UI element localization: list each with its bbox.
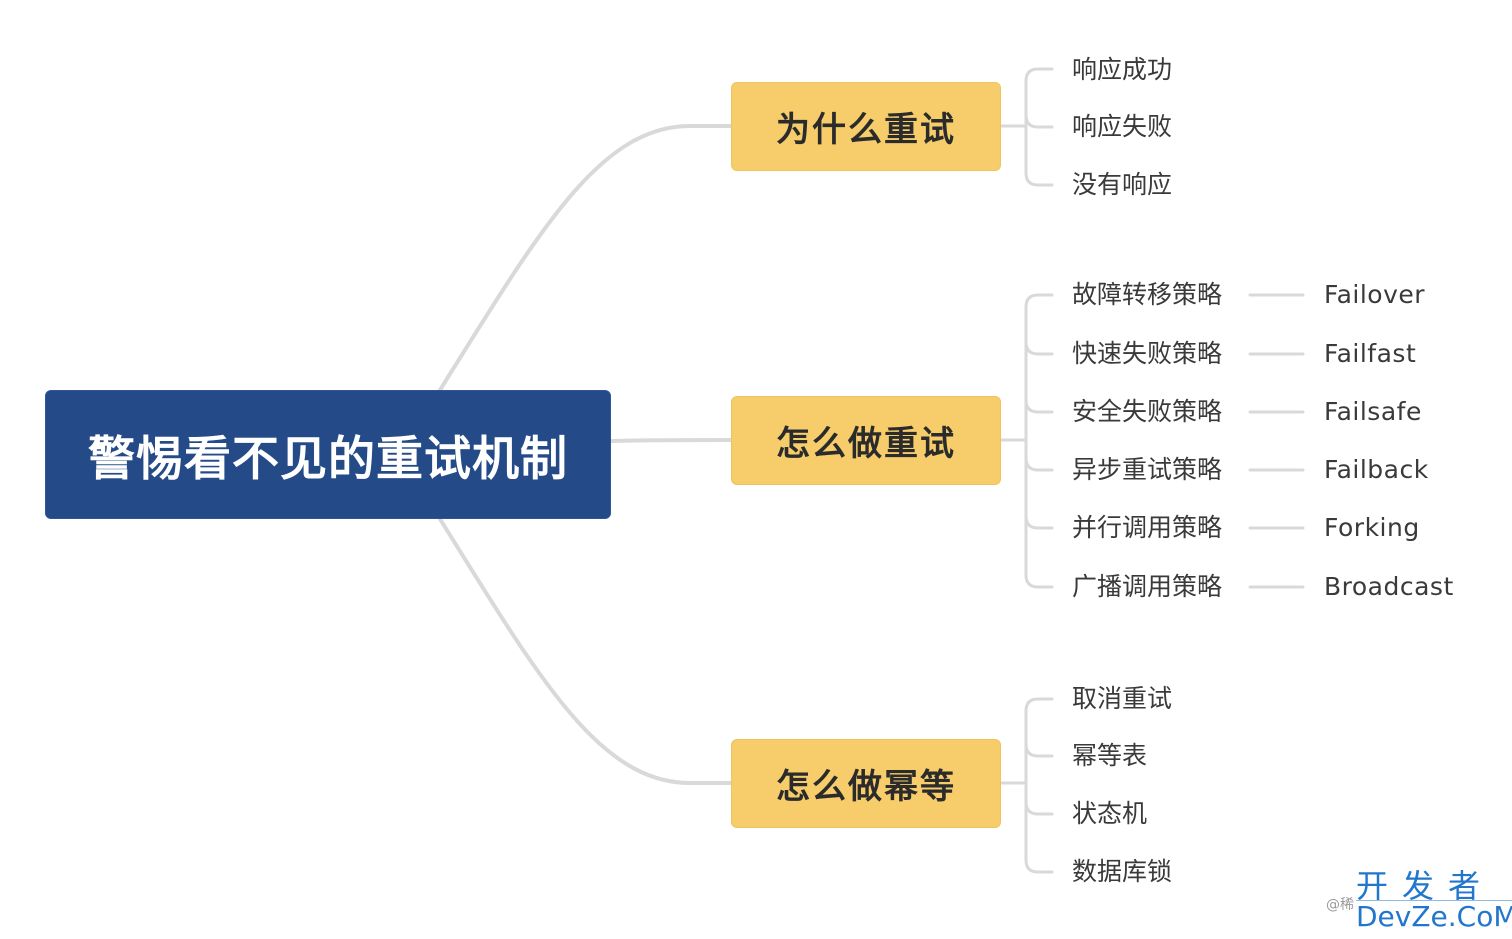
leaf-topic[interactable]: 状态机 bbox=[1072, 798, 1147, 830]
branch-label: 为什么重试 bbox=[776, 110, 956, 150]
leaf-topic[interactable]: 异步重试策略 bbox=[1072, 454, 1222, 486]
strategy-name[interactable]: Forking bbox=[1324, 512, 1420, 544]
leaf-topic[interactable]: 安全失败策略 bbox=[1072, 396, 1222, 428]
leaf-topic[interactable]: 数据库锁 bbox=[1072, 856, 1172, 888]
strategy-name[interactable]: Broadcast bbox=[1324, 571, 1454, 603]
strategy-name[interactable]: Failback bbox=[1324, 454, 1429, 486]
leaf-topic[interactable]: 故障转移策略 bbox=[1072, 279, 1222, 311]
leaf-topic[interactable]: 广播调用策略 bbox=[1072, 571, 1222, 603]
leaf-topic[interactable]: 响应失败 bbox=[1072, 111, 1172, 143]
bracket-how-tick bbox=[1024, 340, 1054, 356]
branch-label: 怎么做重试 bbox=[776, 424, 956, 464]
branch-why-retry[interactable]: 为什么重试 bbox=[731, 82, 1001, 171]
leaf-topic[interactable]: 没有响应 bbox=[1072, 169, 1172, 201]
bracket-idempotent-tick bbox=[1024, 800, 1054, 816]
watermark-site-cn: 开发者 bbox=[1356, 867, 1495, 905]
leaf-topic[interactable]: 幂等表 bbox=[1072, 740, 1147, 772]
bracket-how-tick bbox=[1024, 514, 1054, 530]
bracket-idempotent-spine bbox=[1024, 697, 1054, 874]
branch-how-idempotent[interactable]: 怎么做幂等 bbox=[731, 739, 1001, 828]
leaf-topic[interactable]: 取消重试 bbox=[1072, 683, 1172, 715]
strategy-name[interactable]: Failover bbox=[1324, 279, 1425, 311]
root-topic[interactable]: 警惕看不见的重试机制 bbox=[45, 390, 611, 519]
strategy-name[interactable]: Failfast bbox=[1324, 338, 1416, 370]
bracket-how-tick bbox=[1024, 398, 1054, 414]
watermark-site-en: DevZe.CoM bbox=[1356, 900, 1512, 933]
root-to-branch-connector bbox=[438, 517, 733, 785]
watermark-handle: @稀 bbox=[1326, 897, 1354, 913]
branch-label: 怎么做幂等 bbox=[776, 767, 956, 807]
branch-how-retry[interactable]: 怎么做重试 bbox=[731, 396, 1001, 485]
strategy-name[interactable]: Failsafe bbox=[1324, 396, 1422, 428]
leaf-topic[interactable]: 并行调用策略 bbox=[1072, 512, 1222, 544]
leaf-topic[interactable]: 快速失败策略 bbox=[1072, 338, 1222, 370]
bracket-how-tick bbox=[1024, 456, 1054, 472]
bracket-how-spine bbox=[1024, 293, 1054, 589]
bracket-idempotent-tick bbox=[1024, 742, 1054, 758]
bracket-why-tick bbox=[1024, 113, 1054, 129]
root-to-branch-connector bbox=[438, 124, 733, 392]
root-topic-label: 警惕看不见的重试机制 bbox=[88, 432, 568, 487]
root-to-branch-connector bbox=[609, 438, 733, 443]
leaf-topic[interactable]: 响应成功 bbox=[1072, 54, 1172, 86]
